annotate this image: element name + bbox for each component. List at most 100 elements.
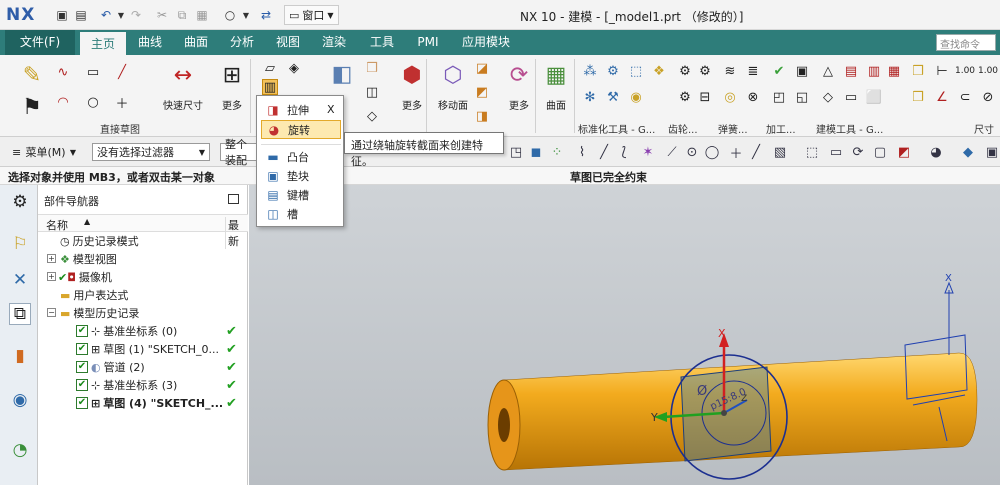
point-icon[interactable]: ＋ [114,94,130,112]
undo-dropdown-icon[interactable]: ▼ [113,7,129,23]
visibility-checkbox[interactable]: ✔ [76,397,88,409]
expression-icon[interactable]: ▥ [866,63,882,79]
helical-gear-icon[interactable]: ⚙ [697,63,713,79]
more-view-icon[interactable]: ▣ [984,144,1000,160]
menu-item-boss[interactable]: ▬ 凸台 [261,147,341,166]
tension-spring-icon[interactable]: ≣ [745,63,761,79]
line-icon[interactable]: ╱ [114,64,130,80]
replace-face-icon[interactable]: ◩ [474,84,490,100]
part-navigator-icon[interactable]: ⧉ [9,303,31,325]
move-face-button[interactable]: ⬡ 移动面 [438,61,468,113]
point-on-curve-icon[interactable]: ⌇ [574,144,590,160]
save-all-icon[interactable]: ▤ [73,7,89,23]
hole-pattern-icon[interactable]: ⁂ [582,63,598,79]
machining-face-icon[interactable]: ◰ [771,89,787,105]
reuse-library-icon[interactable]: ❖ [651,63,667,79]
tree-item[interactable]: ✔ ⊹ 基准坐标系 (3) ✔ [38,376,248,394]
history-icon[interactable]: ◔ [9,439,31,461]
sort-ascending-icon[interactable]: ▲ [84,217,90,226]
expand-icon[interactable]: + [47,272,56,281]
datum-plane-icon[interactable]: ▱ [262,60,278,76]
tab-pmi[interactable]: PMI [408,30,448,55]
menu-item-revolve[interactable]: ◕ 旋转 [261,120,341,139]
paste-icon[interactable]: ▦ [194,7,210,23]
visibility-checkbox[interactable]: ✔ [76,379,88,391]
shell-icon[interactable]: ❒ [364,60,380,76]
tree-item[interactable]: + ✔ ◘ 摄像机 [38,268,248,286]
constraint-navigator-icon[interactable]: ✕ [9,269,31,291]
selection-filter-dropdown[interactable]: 没有选择过滤器 ▼ [92,143,210,161]
menu-button[interactable]: ≡ 菜单(M) ▼ [8,143,80,161]
rotate-icon[interactable]: ⟳ [850,144,866,160]
circle-dropdown-icon[interactable]: ▼ [238,7,254,23]
tab-render[interactable]: 渲染 [314,30,354,55]
control-point-icon[interactable]: ⟅ [616,144,632,160]
visibility-checkbox[interactable]: ✔ [76,325,88,337]
reuse-library-icon[interactable]: ▮ [9,345,31,367]
quadrant-icon[interactable]: ◯ [704,144,720,160]
view-fit-icon[interactable]: ⬚ [804,144,820,160]
parts-icon[interactable]: ❒ [910,89,926,105]
existing-point-icon[interactable]: ＋ [728,144,744,162]
repeat-command-icon[interactable]: ⇄ [258,7,274,23]
cut-icon[interactable]: ✂ [154,7,170,23]
more-feature-button[interactable]: ⬢ 更多 [398,61,426,113]
render-style-icon[interactable]: ◕ [928,144,944,160]
graphics-window[interactable]: X Y Z Ø p15:8.0 X [249,185,1000,485]
tangent-icon[interactable]: ⟋ [664,144,680,160]
redo-icon[interactable]: ↷ [128,7,144,23]
tree-item[interactable]: ✔ ⊹ 基准坐标系 (0) ✔ [38,322,248,340]
attribute-icon[interactable]: ▦ [886,63,902,79]
machining-feature-icon[interactable]: ▣ [794,63,810,79]
edit-object-display-icon[interactable]: ◆ [960,144,976,160]
chamfer-icon[interactable]: ◇ [364,108,380,124]
snap-grid-icon[interactable]: ⁘ [549,144,565,160]
center-point-icon[interactable]: ⊙ [684,144,700,160]
scope-dropdown[interactable]: 整个装配 [220,138,260,167]
sketch-button[interactable]: ✎ [18,61,46,89]
fastener-icon[interactable]: ⚙ [605,63,621,79]
tree-item[interactable]: ▬ 用户表达式 [38,286,248,304]
circle-select-icon[interactable]: ○ [222,7,238,23]
dimension-tool-icon[interactable]: ⊢ [934,63,950,79]
zoom-icon[interactable]: ▭ [828,144,844,160]
spiral-icon[interactable]: ⊂ [957,89,973,105]
column-name-header[interactable]: 名称 [46,217,68,233]
tab-home[interactable]: 主页 [80,30,126,55]
tab-surface[interactable]: 曲面 [176,30,216,55]
finish-sketch-button[interactable]: ⚑ [18,93,46,121]
profile-icon[interactable]: ∿ [55,64,71,80]
arc-icon[interactable]: ◠ [55,94,71,110]
tab-analysis[interactable]: 分析 [222,30,262,55]
check-mate-icon[interactable]: ✔ [771,63,787,79]
number-tool2-icon[interactable]: 1.00 [978,63,998,79]
unite-icon[interactable]: ◈ [286,60,302,76]
maximize-icon[interactable] [228,194,239,204]
end-point-icon[interactable]: ╱ [596,144,612,160]
surface-button[interactable]: ▦ 曲面 [542,61,570,113]
point-on-face-icon[interactable]: ╱ [748,144,764,160]
menu-item-pad[interactable]: ▣ 垫块 [261,166,341,185]
offset-region-icon[interactable]: ◨ [474,108,490,124]
block-icon[interactable]: ◧ [328,60,356,88]
settings-icon[interactable]: ⚙ [9,191,31,213]
bolt-icon[interactable]: ⚒ [605,89,621,105]
tab-file[interactable]: 文件(F) [5,30,75,55]
angle-icon[interactable]: ∠ [934,89,950,105]
triangle-tool-icon[interactable]: △ [820,63,836,79]
bounded-grid-icon[interactable]: ▧ [772,144,788,160]
rectangle-icon[interactable]: ▭ [85,64,101,80]
visibility-checkbox[interactable]: ✔ [76,343,88,355]
delete-face-icon[interactable]: ◪ [474,60,490,76]
copy-icon[interactable]: ⧉ [174,7,190,23]
weld-icon[interactable]: ◉ [628,89,644,105]
tree-item[interactable]: ✔ ◐ 管道 (2) ✔ [38,358,248,376]
visibility-checkbox[interactable]: ✔ [76,361,88,373]
part-family-icon[interactable]: ⬚ [628,63,644,79]
save-icon[interactable]: ▣ [54,7,70,23]
more-sync-button[interactable]: ⟳ 更多 [505,61,533,113]
more-button[interactable]: ⊞ 更多 [218,61,246,113]
intersection-icon[interactable]: ✶ [640,144,656,160]
extrude-dropdown-icon[interactable]: ▥ [262,79,278,95]
measure-icon[interactable]: ◇ [820,89,836,105]
